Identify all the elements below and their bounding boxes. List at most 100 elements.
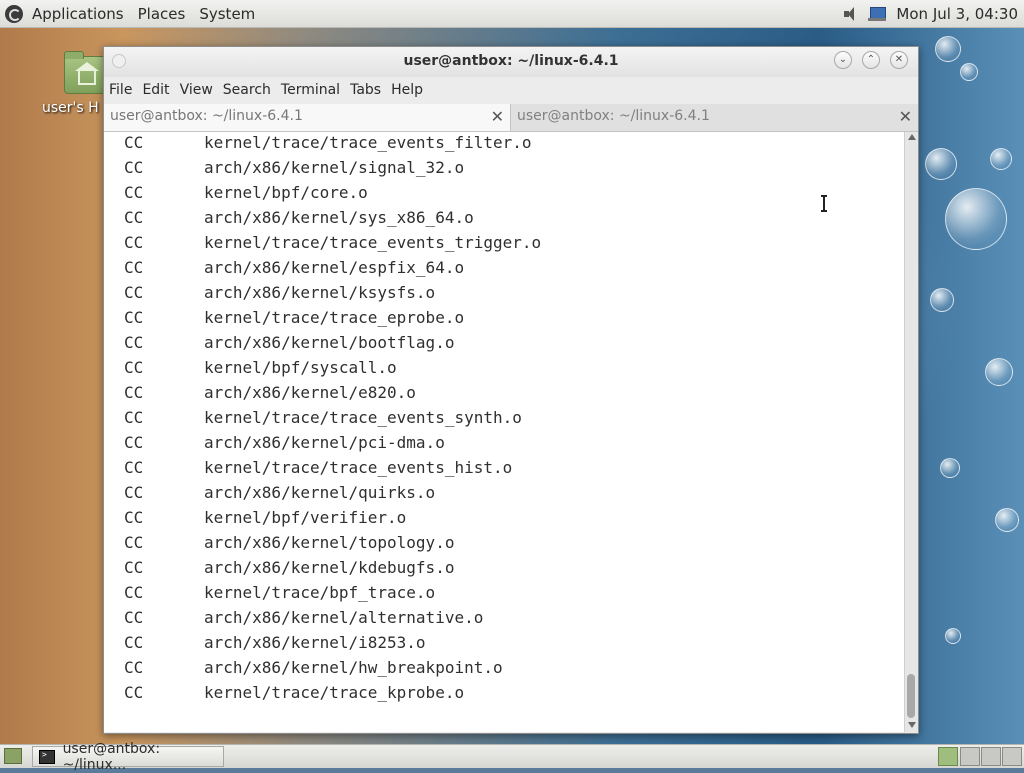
object-file-path: arch/x86/kernel/i8253.o <box>204 633 426 652</box>
window-titlebar[interactable]: user@antbox: ~/linux-6.4.1 ⌄ ⌃ ✕ <box>104 47 918 77</box>
applications-menu[interactable]: Applications <box>25 5 131 23</box>
build-command: CC <box>124 283 144 302</box>
build-command: CC <box>124 333 144 352</box>
bubble-decoration <box>940 458 960 478</box>
build-command: CC <box>124 408 144 427</box>
object-file-path: arch/x86/kernel/kdebugfs.o <box>204 558 455 577</box>
bubble-decoration <box>930 288 954 312</box>
close-button[interactable]: ✕ <box>890 51 908 69</box>
build-command: CC <box>124 133 144 152</box>
top-panel: Applications Places System Mon Jul 3, 04… <box>0 0 1024 28</box>
bubble-decoration <box>990 148 1012 170</box>
clock[interactable]: Mon Jul 3, 04:30 <box>896 5 1018 23</box>
scrollbar-thumb[interactable] <box>907 674 915 718</box>
object-file-path: kernel/trace/bpf_trace.o <box>204 583 436 602</box>
build-command: CC <box>124 383 144 402</box>
menu-view[interactable]: View <box>175 82 218 98</box>
tab-2[interactable]: user@antbox: ~/linux-6.4.1 ✕ <box>511 104 918 131</box>
window-title: user@antbox: ~/linux-6.4.1 <box>403 53 619 69</box>
maximize-button[interactable]: ⌃ <box>862 51 880 69</box>
build-command: CC <box>124 308 144 327</box>
bubble-decoration <box>925 148 957 180</box>
terminal-line: CC kernel/bpf/core.o <box>104 182 904 207</box>
volume-icon[interactable] <box>842 6 860 22</box>
terminal-line: CC arch/x86/kernel/ksysfs.o <box>104 282 904 307</box>
terminal-line: CC arch/x86/kernel/topology.o <box>104 532 904 557</box>
build-command: CC <box>124 533 144 552</box>
object-file-path: arch/x86/kernel/alternative.o <box>204 608 484 627</box>
scroll-up-arrow-icon[interactable] <box>908 134 916 140</box>
workspace-1[interactable] <box>938 747 958 766</box>
minimize-button[interactable]: ⌄ <box>834 51 852 69</box>
terminal-line: CC kernel/bpf/verifier.o <box>104 507 904 532</box>
object-file-path: kernel/trace/trace_events_filter.o <box>204 133 532 152</box>
build-command: CC <box>124 208 144 227</box>
build-command: CC <box>124 683 144 702</box>
tab-label: user@antbox: ~/linux-6.4.1 <box>517 108 710 124</box>
workspace-2[interactable] <box>960 747 980 766</box>
build-command: CC <box>124 633 144 652</box>
menu-edit[interactable]: Edit <box>137 82 174 98</box>
menu-search[interactable]: Search <box>218 82 276 98</box>
bubble-decoration <box>945 628 961 644</box>
vertical-scrollbar[interactable] <box>904 132 918 732</box>
terminal-output: CC kernel/trace/trace_events_filter.o CC ar… <box>104 132 904 707</box>
object-file-path: kernel/trace/trace_events_trigger.o <box>204 233 542 252</box>
tab-close-icon[interactable]: ✕ <box>491 107 504 126</box>
terminal-line: CC kernel/trace/bpf_trace.o <box>104 582 904 607</box>
terminal-line: CC arch/x86/kernel/e820.o <box>104 382 904 407</box>
object-file-path: kernel/bpf/syscall.o <box>204 358 397 377</box>
object-file-path: arch/x86/kernel/e820.o <box>204 383 416 402</box>
object-file-path: kernel/trace/trace_eprobe.o <box>204 308 465 327</box>
build-command: CC <box>124 508 144 527</box>
tab-bar: user@antbox: ~/linux-6.4.1 ✕ user@antbox… <box>104 104 918 132</box>
build-command: CC <box>124 608 144 627</box>
terminal-output-area[interactable]: CC kernel/trace/trace_events_filter.o CC ar… <box>104 132 904 732</box>
text-cursor-icon <box>821 195 827 212</box>
object-file-path: arch/x86/kernel/sys_x86_64.o <box>204 208 474 227</box>
menu-terminal[interactable]: Terminal <box>276 82 345 98</box>
terminal-line: CC arch/x86/kernel/alternative.o <box>104 607 904 632</box>
tab-1[interactable]: user@antbox: ~/linux-6.4.1 ✕ <box>104 104 511 131</box>
house-icon <box>75 62 99 85</box>
terminal-icon <box>39 749 55 764</box>
terminal-line: CC arch/x86/kernel/bootflag.o <box>104 332 904 357</box>
build-command: CC <box>124 258 144 277</box>
bubble-decoration <box>935 36 961 62</box>
menu-help[interactable]: Help <box>386 82 428 98</box>
menu-bar: File Edit View Search Terminal Tabs Help <box>104 77 918 103</box>
object-file-path: kernel/trace/trace_kprobe.o <box>204 683 465 702</box>
places-menu[interactable]: Places <box>131 5 193 23</box>
terminal-line: CC arch/x86/kernel/espfix_64.o <box>104 257 904 282</box>
network-icon[interactable] <box>868 6 888 22</box>
build-command: CC <box>124 433 144 452</box>
terminal-line: CC arch/x86/kernel/pci-dma.o <box>104 432 904 457</box>
object-file-path: kernel/bpf/verifier.o <box>204 508 407 527</box>
scroll-down-arrow-icon[interactable] <box>908 722 916 728</box>
show-desktop-button[interactable] <box>4 748 22 764</box>
menu-tabs[interactable]: Tabs <box>345 82 386 98</box>
system-tray: Mon Jul 3, 04:30 <box>842 0 1018 28</box>
tab-close-icon[interactable]: ✕ <box>899 107 912 126</box>
distro-logo-icon[interactable] <box>5 4 23 23</box>
terminal-line: CC arch/x86/kernel/signal_32.o <box>104 157 904 182</box>
taskbar-window-button[interactable]: user@antbox: ~/linux... <box>32 741 224 773</box>
menu-file[interactable]: File <box>104 82 137 98</box>
system-menu[interactable]: System <box>192 5 262 23</box>
object-file-path: kernel/trace/trace_events_synth.o <box>204 408 522 427</box>
workspace-3[interactable] <box>981 747 1001 766</box>
workspace-4[interactable] <box>1002 747 1022 766</box>
terminal-line: CC arch/x86/kernel/i8253.o <box>104 632 904 657</box>
tab-label: user@antbox: ~/linux-6.4.1 <box>110 108 303 124</box>
object-file-path: kernel/bpf/core.o <box>204 183 368 202</box>
object-file-path: arch/x86/kernel/espfix_64.o <box>204 258 465 277</box>
terminal-line: CC kernel/trace/trace_eprobe.o <box>104 307 904 332</box>
home-folder-label[interactable]: user's H <box>42 100 99 116</box>
object-file-path: kernel/trace/trace_events_hist.o <box>204 458 513 477</box>
object-file-path: arch/x86/kernel/pci-dma.o <box>204 433 445 452</box>
build-command: CC <box>124 183 144 202</box>
bottom-panel: user@antbox: ~/linux... <box>0 741 1024 773</box>
bubble-decoration <box>985 358 1013 386</box>
object-file-path: arch/x86/kernel/bootflag.o <box>204 333 455 352</box>
terminal-window: user@antbox: ~/linux-6.4.1 ⌄ ⌃ ✕ File Ed… <box>103 46 919 734</box>
